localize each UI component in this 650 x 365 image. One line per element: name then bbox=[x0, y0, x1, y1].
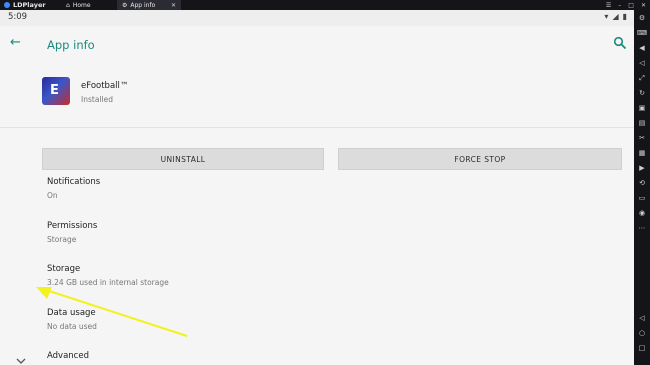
setting-advanced[interactable]: Advanced bbox=[47, 351, 447, 361]
nav-back-icon[interactable]: ◁ bbox=[637, 313, 647, 323]
tab-close-icon[interactable]: ✕ bbox=[171, 2, 176, 9]
fullscreen-icon[interactable]: ⤢ bbox=[637, 73, 647, 83]
volume-up-icon[interactable]: ◀ bbox=[637, 43, 647, 53]
setting-subtitle: On bbox=[47, 191, 58, 200]
setting-storage[interactable]: Storage 3.24 GB used in internal storage bbox=[47, 264, 447, 287]
status-icons: ▾ ◢ ▮ bbox=[604, 12, 627, 21]
volume-down-icon[interactable]: ◁ bbox=[637, 58, 647, 68]
setting-title: Storage bbox=[47, 264, 81, 274]
video-icon[interactable]: ▶ bbox=[637, 163, 647, 173]
chevron-down-icon[interactable] bbox=[16, 357, 26, 365]
setting-title: Notifications bbox=[47, 177, 101, 187]
signal-icon: ◢ bbox=[612, 12, 619, 21]
screenshot-icon[interactable]: ▣ bbox=[637, 103, 647, 113]
emulator-side-toolbar: ⚙ ⌨ ◀ ◁ ⤢ ↻ ▣ ▤ ✂ ▦ ▶ ⟲ ▭ ◉ ⋯ ◁ ○ □ bbox=[634, 10, 650, 365]
keyboard-icon[interactable]: ⌨ bbox=[637, 28, 647, 38]
search-icon[interactable] bbox=[613, 36, 627, 50]
efootball-logo-letter: E bbox=[50, 83, 59, 98]
nav-recents-icon[interactable]: □ bbox=[637, 343, 647, 353]
android-screen: 5:09 ▾ ◢ ▮ ← App info E eFootball™ Insta… bbox=[0, 10, 634, 365]
location-icon[interactable]: ◉ bbox=[637, 208, 647, 218]
back-arrow-icon[interactable]: ← bbox=[10, 36, 24, 50]
tab-app-info[interactable]: ⚙ App info ✕ bbox=[117, 0, 181, 10]
app-bar: ← App info bbox=[0, 26, 634, 66]
close-window-icon[interactable]: ✕ bbox=[641, 2, 646, 9]
setting-notifications[interactable]: Notifications On bbox=[47, 177, 447, 200]
status-bar: 5:09 ▾ ◢ ▮ bbox=[0, 10, 634, 26]
app-header: E eFootball™ Installed bbox=[0, 66, 634, 126]
ldplayer-logo: LDPlayer bbox=[4, 0, 46, 10]
record-icon[interactable]: ▤ bbox=[637, 118, 647, 128]
page-title: App info bbox=[47, 38, 95, 52]
battery-icon: ▮ bbox=[622, 12, 627, 21]
ldplayer-logo-icon bbox=[4, 2, 10, 8]
app-name: eFootball™ bbox=[81, 81, 129, 91]
minimize-icon[interactable]: – bbox=[618, 2, 621, 9]
status-time: 5:09 bbox=[8, 12, 28, 22]
emulator-title-bar: LDPlayer ⌂ Home ⚙ App info ✕ ☰ – □ ✕ bbox=[0, 0, 650, 10]
nav-home-icon[interactable]: ○ bbox=[637, 328, 647, 338]
setting-subtitle: Storage bbox=[47, 235, 77, 244]
setting-title: Advanced bbox=[47, 351, 89, 361]
tab-home[interactable]: ⌂ Home bbox=[61, 0, 115, 10]
ldplayer-brand: LDPlayer bbox=[13, 1, 46, 9]
tab-home-label: Home bbox=[72, 1, 91, 9]
home-icon: ⌂ bbox=[66, 1, 70, 9]
tab-app-info-label: App info bbox=[130, 1, 156, 9]
apk-install-icon[interactable]: ▦ bbox=[637, 148, 647, 158]
settings-icon[interactable]: ⚙ bbox=[637, 13, 647, 23]
setting-subtitle: No data used bbox=[47, 322, 97, 331]
force-stop-button[interactable]: FORCE STOP bbox=[338, 148, 622, 170]
setting-permissions[interactable]: Permissions Storage bbox=[47, 221, 447, 244]
more-icon[interactable]: ⋯ bbox=[637, 223, 647, 233]
window-controls: ☰ – □ ✕ bbox=[606, 0, 646, 10]
efootball-app-icon: E bbox=[42, 77, 70, 105]
rotate-icon[interactable]: ↻ bbox=[637, 88, 647, 98]
uninstall-button[interactable]: UNINSTALL bbox=[42, 148, 324, 170]
divider bbox=[0, 127, 634, 128]
setting-data-usage[interactable]: Data usage No data used bbox=[47, 308, 447, 331]
setting-title: Permissions bbox=[47, 221, 98, 231]
menu-icon[interactable]: ☰ bbox=[606, 2, 611, 9]
settings-gear-icon: ⚙ bbox=[122, 1, 128, 9]
folder-icon[interactable]: ▭ bbox=[637, 193, 647, 203]
scissors-icon[interactable]: ✂ bbox=[637, 133, 647, 143]
maximize-icon[interactable]: □ bbox=[628, 2, 634, 9]
wifi-icon: ▾ bbox=[604, 12, 609, 21]
setting-subtitle: 3.24 GB used in internal storage bbox=[47, 278, 169, 287]
sync-icon[interactable]: ⟲ bbox=[637, 178, 647, 188]
setting-title: Data usage bbox=[47, 308, 96, 318]
app-install-state: Installed bbox=[81, 95, 113, 104]
